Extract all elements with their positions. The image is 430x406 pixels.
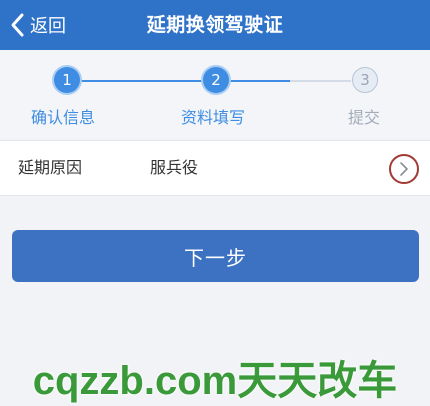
watermark-text: cqzzb.com天天改车	[32, 359, 398, 403]
page-title: 延期换领驾驶证	[146, 14, 284, 36]
chevron-right-icon[interactable]	[389, 154, 419, 184]
step-1-circle: 1	[54, 67, 80, 93]
step-2-circle: 2	[203, 67, 229, 93]
delay-reason-value: 服兵役	[150, 158, 199, 177]
step-3-label: 提交	[348, 108, 381, 127]
step-1-label: 确认信息	[31, 108, 96, 127]
next-step-button[interactable]: 下一步	[12, 230, 419, 282]
step-connector-2-3	[229, 80, 351, 82]
top-bar: 返回 延期换领驾驶证	[0, 0, 430, 50]
step-connector-1-2	[80, 80, 202, 82]
step-3-circle: 3	[352, 67, 378, 93]
step-indicator: 1 2 3 确认信息 资料填写 提交	[0, 50, 430, 138]
delay-reason-label: 延期原因	[18, 158, 83, 177]
step-2-label: 资料填写	[181, 108, 246, 127]
delay-reason-row[interactable]: 延期原因 服兵役	[0, 140, 430, 196]
